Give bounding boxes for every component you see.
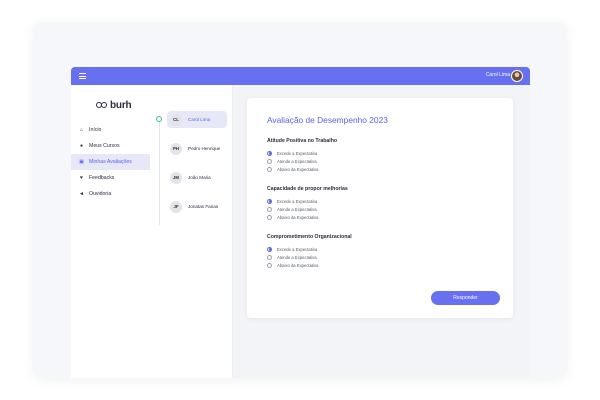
- radio-button[interactable]: [267, 262, 272, 268]
- person-name: João Maria: [188, 175, 211, 180]
- sidebar-item-label: Meus Cursos: [89, 143, 120, 149]
- sidebar-item-label: Ouvidoria: [89, 191, 112, 197]
- person-initials: CL: [170, 113, 182, 126]
- evaluation-card: Avaliação de Desempenho 2023 Atitude Pos…: [247, 98, 513, 318]
- person-name: Carol Lima: [188, 117, 211, 122]
- question-title: Atitude Positiva no Trabalho: [267, 138, 338, 144]
- option-label: Excede a Expectativa: [277, 246, 318, 252]
- option-row[interactable]: Atende a Expectativa: [267, 253, 352, 261]
- sidebar-item-label: Feedbacks: [89, 175, 115, 181]
- sidebar-item-ouvidoria[interactable]: ◄ Ouvidoria: [71, 186, 150, 202]
- option-label: Atende a Expectativa: [277, 254, 317, 260]
- avatar[interactable]: [511, 70, 523, 82]
- radio-button[interactable]: [267, 254, 272, 260]
- person-item[interactable]: JM João Maria: [167, 169, 227, 186]
- option-label: Excede a Expectativa: [277, 198, 318, 204]
- person-item[interactable]: JF Jonatas Farias: [167, 198, 227, 215]
- option-row[interactable]: Atende a Expectativa: [267, 157, 337, 165]
- radio-button[interactable]: [267, 214, 272, 220]
- option-label: Abaixo da Expectativa: [277, 214, 319, 220]
- option-row[interactable]: Excede a Expectativa: [267, 149, 337, 157]
- radio-button[interactable]: [267, 150, 272, 156]
- option-row[interactable]: Abaixo da Expectativa: [267, 261, 352, 269]
- logo-mark-icon: [96, 102, 108, 109]
- logo-text: burh: [110, 100, 132, 111]
- app-window: Carol Lima burh ⌂ Início ● Meus Cursos ▣…: [71, 67, 530, 378]
- sidebar-nav: ⌂ Início ● Meus Cursos ▣ Minhas Avaliaçõ…: [71, 122, 150, 202]
- question-title: Capacidade de propor melhorias: [267, 186, 348, 192]
- sidebar-item-feedbacks[interactable]: ♥ Feedbacks: [71, 170, 150, 186]
- person-name: Pedro Henrique: [188, 146, 221, 151]
- option-row[interactable]: Excede a Expectativa: [267, 245, 352, 253]
- person-initials: PH: [170, 142, 182, 155]
- person-item[interactable]: PH Pedro Henrique: [167, 140, 227, 157]
- option-row[interactable]: Atende a Expectativa: [267, 205, 348, 213]
- option-label: Excede a Expectativa: [277, 150, 318, 156]
- sidebar-item-inicio[interactable]: ⌂ Início: [71, 122, 150, 138]
- option-row[interactable]: Abaixo da Expectativa: [267, 213, 348, 221]
- heart-icon: ♥: [80, 174, 83, 181]
- home-icon: ⌂: [79, 126, 84, 133]
- sidebar: burh ⌂ Início ● Meus Cursos ▣ Minhas Ava…: [71, 85, 233, 378]
- top-bar: Carol Lima: [71, 67, 530, 85]
- person-name: Jonatas Farias: [188, 204, 219, 209]
- sidebar-item-meus-cursos[interactable]: ● Meus Cursos: [71, 138, 150, 154]
- option-label: Atende a Expectativa: [277, 158, 317, 164]
- submit-button[interactable]: Responder: [431, 291, 500, 305]
- sidebar-item-label: Início: [89, 127, 102, 133]
- sidebar-item-minhas-avaliacoes[interactable]: ▣ Minhas Avaliações: [71, 154, 150, 170]
- person-initials: JM: [170, 171, 182, 184]
- megaphone-icon: ◄: [79, 190, 84, 197]
- option-label: Abaixo da Expectativa: [277, 262, 319, 268]
- radio-button[interactable]: [267, 198, 272, 204]
- question-block: Comprometimento Organizacional Excede a …: [267, 234, 352, 269]
- radio-button[interactable]: [267, 246, 272, 252]
- option-row[interactable]: Abaixo da Expectativa: [267, 165, 337, 173]
- page-title: Avaliação de Desempenho 2023: [267, 115, 388, 125]
- radio-button[interactable]: [267, 206, 272, 212]
- radio-button[interactable]: [267, 158, 272, 164]
- radio-button[interactable]: [267, 166, 272, 172]
- clipboard-icon: ▣: [79, 158, 84, 165]
- option-label: Atende a Expectativa: [277, 206, 317, 212]
- person-item[interactable]: CL Carol Lima: [167, 111, 227, 128]
- person-initials: JF: [170, 200, 182, 213]
- sidebar-item-label: Minhas Avaliações: [89, 159, 132, 165]
- question-block: Capacidade de propor melhorias Excede a …: [267, 186, 348, 221]
- timeline-line: [159, 121, 160, 225]
- play-circle-icon: ●: [79, 142, 84, 149]
- user-name[interactable]: Carol Lima: [486, 72, 510, 78]
- timeline-dot: [156, 116, 162, 122]
- question-title: Comprometimento Organizacional: [267, 234, 352, 240]
- option-row[interactable]: Excede a Expectativa: [267, 197, 348, 205]
- option-label: Abaixo da Expectativa: [277, 166, 319, 172]
- menu-icon[interactable]: [79, 73, 86, 79]
- logo[interactable]: burh: [96, 100, 132, 111]
- question-block: Atitude Positiva no Trabalho Excede a Ex…: [267, 138, 337, 173]
